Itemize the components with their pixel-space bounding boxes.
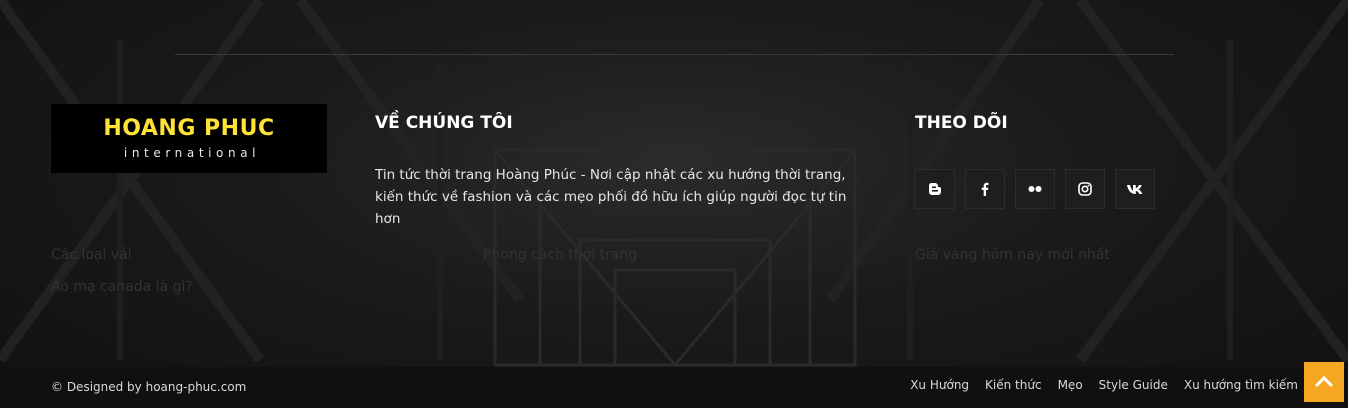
divider-line [175,54,1174,55]
flickr-icon[interactable] [1015,169,1055,209]
menu-link-xu-huong[interactable]: Xu Hướng [910,378,969,392]
about-text: Tin tức thời trang Hoàng Phúc - Nơi cập … [375,167,847,227]
menu-link-style-guide[interactable]: Style Guide [1099,378,1168,392]
tagline-link[interactable]: Giá vàng hôm nay mới nhất [915,247,1110,263]
tagline-link[interactable]: Áo mạ canada là gì? [51,279,193,295]
follow-heading: THEO DÕI [915,113,1008,133]
facebook-icon[interactable] [965,169,1005,209]
tagline-link[interactable]: Các loại vải [51,247,132,263]
bottom-menu: Xu Hướng Kiến thức Mẹo Style Guide Xu hư… [910,378,1298,392]
blogger-icon[interactable] [915,169,955,209]
bottom-bar: © Designed by hoang-phuc.com Xu Hướng Ki… [0,367,1348,408]
copyright-text: © Designed by hoang-phuc.com [51,380,247,394]
social-icons [915,169,1155,209]
about-heading: VỀ CHÚNG TÔI [375,113,513,133]
menu-link-kien-thuc[interactable]: Kiến thức [985,378,1042,392]
menu-link-meo[interactable]: Mẹo [1058,378,1083,392]
instagram-icon[interactable] [1065,169,1105,209]
logo-sub-text: international [123,146,261,160]
chevron-up-icon [1314,376,1334,388]
tagline-link[interactable]: Phong cách thời trang [483,247,637,263]
logo-main-text: HOANG PHUC [103,116,275,141]
menu-link-xu-huong-tim-kiem[interactable]: Xu hướng tìm kiếm [1184,378,1298,392]
hoang-phuc-logo[interactable]: HOANG PHUC international [51,104,327,173]
scroll-to-top-button[interactable] [1304,362,1344,402]
footer: HOANG PHUC international VỀ CHÚNG TÔI Ti… [0,0,1348,408]
vk-icon[interactable] [1115,169,1155,209]
